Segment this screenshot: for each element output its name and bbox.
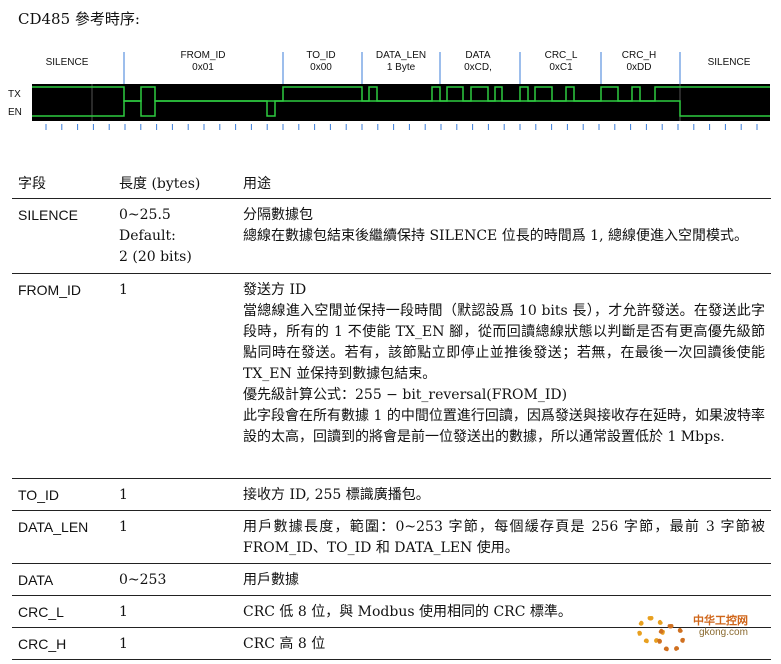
gear-icon	[657, 624, 685, 652]
field-name: CRC_L	[18, 604, 64, 620]
timing-waveform	[32, 52, 770, 130]
table-header-row: 字段 長度 (bytes) 用途	[12, 168, 771, 199]
table-row: DATA_LEN 1 用戶數據長度，範圍：0~253 字節，每個緩存頁是 256…	[12, 511, 771, 564]
table-row: FROM_ID 1 發送方 ID 當總線進入空閒並保持一段時間（默認設爲 10 …	[12, 274, 771, 479]
field-length: 1	[119, 604, 128, 620]
field-usage: 接收方 ID, 255 標識廣播包。	[243, 487, 430, 503]
field-length: 1	[119, 519, 128, 535]
field-length: 1	[119, 636, 128, 652]
field-table: 字段 長度 (bytes) 用途 SILENCE 0~25.5 Default: 2…	[12, 168, 771, 660]
table-row: TO_ID 1 接收方 ID, 255 標識廣播包。	[12, 479, 771, 511]
field-usage: 用戶數據	[243, 572, 299, 588]
header-field: 字段	[18, 176, 46, 192]
field-name: TO_ID	[18, 487, 59, 503]
tick-marks	[45, 124, 758, 130]
field-name: DATA	[18, 572, 54, 588]
field-name: SILENCE	[18, 207, 78, 223]
watermark-url: gkong.com	[699, 627, 748, 638]
header-usage: 用途	[243, 176, 271, 192]
field-length: 0~25.5 Default: 2 (20 bits)	[119, 207, 192, 265]
document-title: CD485 參考時序:	[18, 10, 140, 28]
table-row: DATA 0~253 用戶數據	[12, 564, 771, 596]
timing-diagram: SILENCE FROM_ID 0x01 TO_ID 0x00 DATA_LEN 1 …	[0, 50, 781, 132]
field-name: DATA_LEN	[18, 519, 89, 535]
watermark-logo: 中华工控网 gkong.com	[631, 602, 771, 652]
field-usage: 發送方 ID 當總線進入空閒並保持一段時間（默認設爲 10 bits 長），才允…	[243, 282, 765, 445]
field-length: 1	[119, 282, 128, 298]
field-name: CRC_H	[18, 636, 67, 652]
field-usage: 用戶數據長度，範圍：0~253 字節，每個緩存頁是 256 字節，最前 3 字節…	[243, 519, 765, 556]
header-length: 長度 (bytes)	[119, 176, 201, 192]
table-row: SILENCE 0~25.5 Default: 2 (20 bits) 分隔數據包總…	[12, 199, 771, 274]
field-length: 0~253	[119, 572, 167, 588]
watermark-brand: 中华工控网	[693, 614, 748, 627]
field-usage: 分隔數據包 總線在數據包結束後繼續保持 SILENCE 位長的時間爲 1, 總線便…	[243, 207, 748, 244]
field-length: 1	[119, 487, 128, 503]
field-name: FROM_ID	[18, 282, 81, 298]
